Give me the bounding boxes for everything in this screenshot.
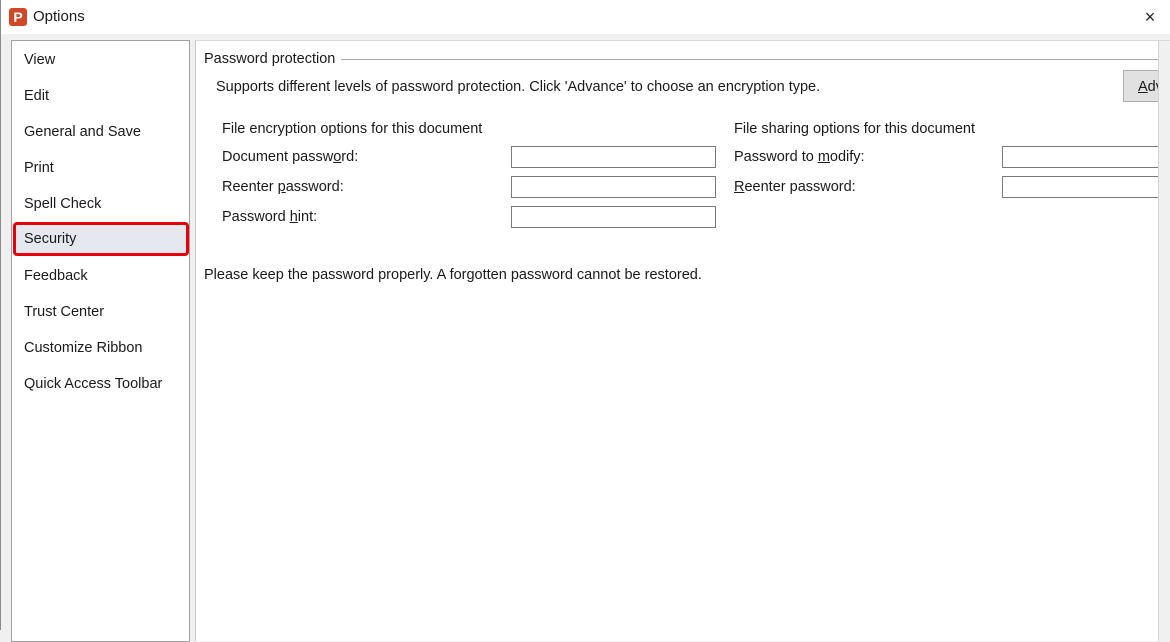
sidebar-item-feedback[interactable]: Feedback — [15, 261, 187, 291]
advance-button-accesskey: A — [1138, 79, 1148, 95]
sidebar-item-edit[interactable]: Edit — [15, 81, 187, 111]
password-warning-note: Please keep the password properly. A for… — [204, 267, 702, 283]
reenter-modify-password-label: Reenter password: — [734, 179, 856, 195]
password-protection-description: Supports different levels of password pr… — [216, 79, 821, 95]
sidebar-item-customize-ribbon[interactable]: Customize Ribbon — [15, 333, 187, 363]
sharing-section-title: File sharing options for this document — [734, 121, 975, 137]
password-protection-heading: Password protection — [204, 51, 338, 67]
encryption-section-title: File encryption options for this documen… — [222, 121, 483, 137]
group-divider — [341, 59, 1159, 60]
password-to-modify-input[interactable] — [1002, 146, 1170, 168]
security-panel: Password protection Supports different l… — [195, 40, 1170, 641]
sidebar-item-spell-check[interactable]: Spell Check — [15, 189, 187, 219]
sidebar-item-quick-access-toolbar[interactable]: Quick Access Toolbar — [15, 369, 187, 399]
reenter-document-password-label: Reenter password: — [222, 179, 344, 195]
window-title: Options — [33, 8, 85, 25]
title-bar: P Options × — [0, 0, 1170, 34]
password-to-modify-label: Password to modify: — [734, 149, 865, 165]
password-hint-input[interactable] — [511, 206, 716, 228]
panel-scrollbar-edge — [1158, 41, 1170, 641]
sidebar-item-general-and-save[interactable]: General and Save — [15, 117, 187, 147]
close-button[interactable]: × — [1137, 4, 1163, 30]
sidebar-item-print[interactable]: Print — [15, 153, 187, 183]
sidebar-item-trust-center[interactable]: Trust Center — [15, 297, 187, 327]
reenter-modify-password-input[interactable] — [1002, 176, 1170, 198]
sidebar-item-view[interactable]: View — [15, 45, 187, 75]
reenter-document-password-input[interactable] — [511, 176, 716, 198]
close-icon: × — [1144, 7, 1156, 27]
sidebar-item-security[interactable]: Security — [13, 222, 189, 256]
document-password-label: Document password: — [222, 149, 359, 165]
password-hint-label: Password hint: — [222, 209, 318, 225]
options-sidebar: View Edit General and Save Print Spell C… — [11, 40, 190, 642]
document-password-input[interactable] — [511, 146, 716, 168]
app-logo-icon: P — [9, 8, 27, 26]
